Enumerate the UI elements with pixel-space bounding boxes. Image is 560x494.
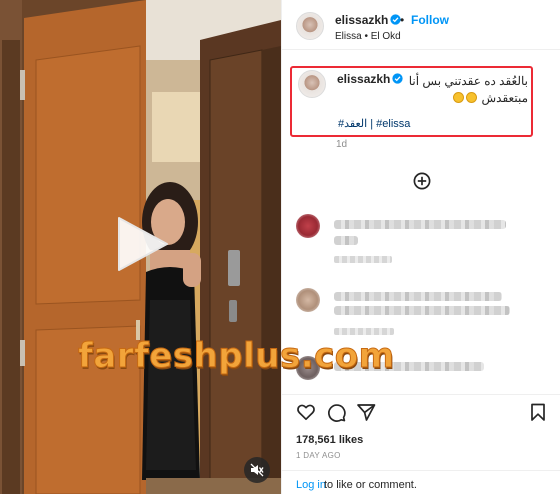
follow-button[interactable]: Follow <box>411 13 449 27</box>
laughing-emoji-icon <box>466 92 478 103</box>
comment-bubble-icon[interactable] <box>326 402 346 422</box>
login-prompt-text: to like or comment. <box>324 479 417 491</box>
post-timestamp[interactable]: 1 DAY AGO <box>296 451 341 460</box>
paper-plane-icon[interactable] <box>356 402 376 422</box>
caption-line-1: بالعُقد ده عقدتني بس أنا <box>408 74 528 88</box>
login-prompt: Log in to like or comment. <box>282 470 560 494</box>
commenter-avatar[interactable] <box>296 214 320 238</box>
post-location[interactable]: Elissa • El Okd <box>335 31 401 42</box>
caption-author-avatar[interactable] <box>298 70 326 98</box>
login-link[interactable]: Log in <box>296 479 326 491</box>
site-watermark: farfeshplus.com <box>78 336 395 377</box>
comment-meta-redacted <box>334 328 394 335</box>
play-icon[interactable] <box>113 214 171 274</box>
like-count[interactable]: 178,561 likes <box>296 434 363 446</box>
commenter-avatar[interactable] <box>296 288 320 312</box>
heart-icon[interactable] <box>296 402 316 422</box>
post-action-bar <box>282 394 560 424</box>
list-item <box>296 214 546 274</box>
caption-line-2: مبتعقدش <box>338 90 528 107</box>
author-username[interactable]: elissazkh <box>335 13 402 27</box>
bookmark-icon[interactable] <box>528 402 548 422</box>
comment-text-redacted <box>334 292 502 301</box>
comment-text-redacted <box>334 236 358 245</box>
instagram-post-viewer: elissazkh • Follow Elissa • El Okd eliss… <box>0 0 560 494</box>
comment-meta-redacted <box>334 256 392 263</box>
caption-timestamp: 1d <box>336 139 348 150</box>
post-side-panel: elissazkh • Follow Elissa • El Okd eliss… <box>281 0 560 494</box>
comment-text-redacted <box>334 220 506 229</box>
author-username-text[interactable]: elissazkh <box>335 13 388 27</box>
caption-line-2-text: مبتعقدش <box>481 91 528 105</box>
caption-hashtags[interactable]: #العقد | #elissa <box>338 117 410 130</box>
header-separator: • <box>400 13 405 27</box>
post-header: elissazkh • Follow Elissa • El Okd <box>282 0 560 50</box>
mute-toggle-button[interactable] <box>244 457 270 483</box>
caption-text: بالعُقد ده عقدتني بس أنا مبتعقدش <box>338 73 528 107</box>
laughing-emoji-icon <box>453 92 465 103</box>
author-avatar[interactable] <box>296 12 324 40</box>
muted-speaker-icon <box>250 463 264 477</box>
plus-circle-icon[interactable] <box>413 172 431 190</box>
video-player[interactable] <box>0 0 281 494</box>
comment-text-redacted <box>334 306 510 315</box>
